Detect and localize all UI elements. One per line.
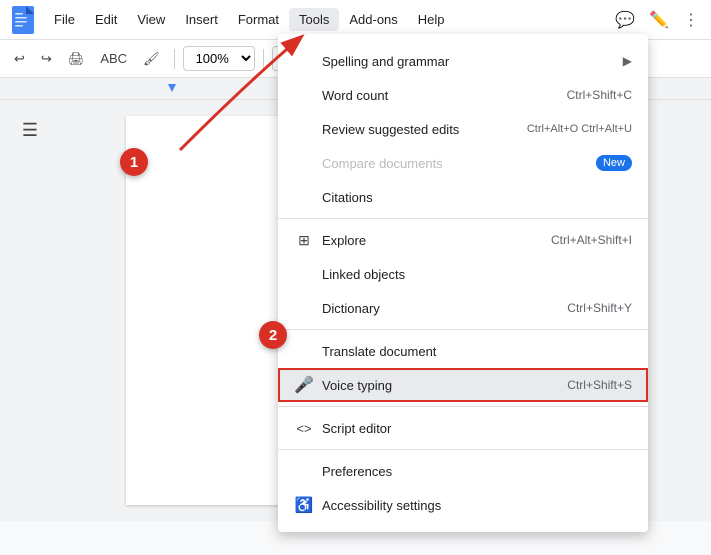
zoom-select[interactable]: 100% bbox=[183, 46, 255, 71]
undo-button[interactable]: ↩ bbox=[8, 47, 31, 71]
paint-format-button[interactable]: 🖌 bbox=[137, 47, 166, 71]
annotation-1: 1 bbox=[120, 148, 148, 176]
spellcheck-button[interactable]: ABC bbox=[94, 47, 133, 70]
dictionary-item[interactable]: Dictionary Ctrl+Shift+Y bbox=[278, 291, 648, 325]
script-editor-item[interactable]: <> Script editor bbox=[278, 411, 648, 445]
menu-section-5: Preferences ♿ Accessibility settings bbox=[278, 450, 648, 526]
menu-insert[interactable]: Insert bbox=[175, 8, 228, 31]
tools-dropdown-menu: Spelling and grammar ▶ Word count Ctrl+S… bbox=[278, 34, 648, 532]
annotation-2: 2 bbox=[259, 321, 287, 349]
explore-icon: ⊞ bbox=[294, 232, 314, 249]
spelling-grammar-item[interactable]: Spelling and grammar ▶ bbox=[278, 44, 648, 78]
arrow-icon: ▶ bbox=[623, 54, 632, 68]
mic-icon: 🎤 bbox=[294, 375, 314, 395]
menu-section-4: <> Script editor bbox=[278, 407, 648, 450]
menu-addons[interactable]: Add-ons bbox=[339, 8, 407, 31]
translate-document-item[interactable]: Translate document bbox=[278, 334, 648, 368]
redo-button[interactable]: ↪ bbox=[35, 47, 58, 71]
accessibility-icon: ♿ bbox=[294, 496, 314, 514]
explore-item[interactable]: ⊞ Explore Ctrl+Alt+Shift+I bbox=[278, 223, 648, 257]
more-icon[interactable]: ⋮ bbox=[679, 6, 703, 34]
separator2 bbox=[263, 49, 264, 69]
ruler-marker bbox=[168, 84, 176, 92]
menu-tools[interactable]: Tools bbox=[289, 8, 339, 31]
comments-icon[interactable]: 💬 bbox=[611, 6, 639, 34]
code-icon: <> bbox=[294, 421, 314, 436]
menu-view[interactable]: View bbox=[127, 8, 175, 31]
review-suggested-item[interactable]: Review suggested edits Ctrl+Alt+O Ctrl+A… bbox=[278, 112, 648, 146]
menu-section-1: Spelling and grammar ▶ Word count Ctrl+S… bbox=[278, 40, 648, 219]
menu-section-3: Translate document 🎤 Voice typing Ctrl+S… bbox=[278, 330, 648, 407]
print-button[interactable]: 🖨 bbox=[62, 47, 91, 71]
google-docs-logo bbox=[8, 5, 38, 35]
citations-item[interactable]: Citations bbox=[278, 180, 648, 214]
top-right-icons: 💬 ✏️ ⋮ bbox=[611, 6, 703, 34]
menu-file[interactable]: File bbox=[44, 8, 85, 31]
left-panel: ☰ bbox=[0, 100, 60, 521]
pen-icon[interactable]: ✏️ bbox=[645, 6, 673, 34]
compare-documents-item[interactable]: Compare documents New bbox=[278, 146, 648, 180]
word-count-item[interactable]: Word count Ctrl+Shift+C bbox=[278, 78, 648, 112]
menu-edit[interactable]: Edit bbox=[85, 8, 127, 31]
voice-typing-item[interactable]: 🎤 Voice typing Ctrl+Shift+S bbox=[278, 368, 648, 402]
menu-format[interactable]: Format bbox=[228, 8, 289, 31]
accessibility-item[interactable]: ♿ Accessibility settings bbox=[278, 488, 648, 522]
linked-objects-item[interactable]: Linked objects bbox=[278, 257, 648, 291]
separator bbox=[174, 49, 175, 69]
menu-section-2: ⊞ Explore Ctrl+Alt+Shift+I Linked object… bbox=[278, 219, 648, 330]
preferences-item[interactable]: Preferences bbox=[278, 454, 648, 488]
menu-help[interactable]: Help bbox=[408, 8, 455, 31]
outline-icon[interactable]: ☰ bbox=[22, 120, 38, 141]
new-badge: New bbox=[596, 155, 632, 171]
